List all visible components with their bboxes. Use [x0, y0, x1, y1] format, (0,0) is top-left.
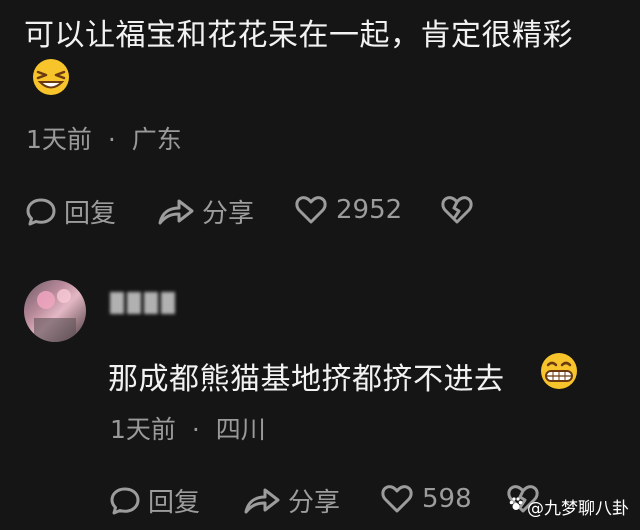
comment-1-meta: 1天前 · 广东: [26, 120, 182, 156]
grinning-squint-emoji-icon: [30, 57, 72, 101]
grinning-teeth-emoji-icon: [538, 351, 580, 395]
watermark-text: @九梦聊八卦: [527, 499, 629, 519]
reply-label: 回复: [64, 199, 117, 229]
comment-2-text: 那成都熊猫基地挤都挤不进去: [108, 362, 505, 397]
meta-separator: ·: [191, 415, 200, 444]
comment-bubble-icon: [108, 484, 142, 518]
comment-1-reply-button[interactable]: 回复: [24, 193, 116, 230]
comment-2-like-button[interactable]: 598: [380, 482, 472, 516]
broken-heart-icon: [440, 193, 474, 227]
comment-1-time: 1天前: [26, 125, 92, 154]
reply-label: 回复: [148, 488, 201, 518]
comment-2-time: 1天前: [110, 415, 176, 444]
comment-1-text: 可以让福宝和花花呆在一起，肯定很精彩: [24, 18, 573, 53]
comment-1-share-button[interactable]: 分享: [156, 193, 254, 230]
like-count: 598: [422, 484, 472, 514]
comment-1-like-button[interactable]: 2952: [294, 193, 402, 227]
comment-bubble-icon: [24, 195, 58, 229]
comment-2-reply-button[interactable]: 回复: [108, 482, 200, 519]
avatar[interactable]: [24, 280, 86, 342]
heart-icon: [380, 482, 414, 516]
comment-1-location: 广东: [131, 125, 182, 154]
paw-icon: [508, 496, 524, 517]
like-count: 2952: [336, 195, 403, 225]
meta-separator: ·: [107, 125, 116, 154]
share-label: 分享: [202, 199, 255, 229]
comment-2-meta: 1天前 · 四川: [110, 410, 266, 446]
heart-icon: [294, 193, 328, 227]
watermark: @九梦聊八卦: [508, 494, 629, 519]
comment-2-location: 四川: [215, 415, 266, 444]
username-blurred[interactable]: [110, 292, 175, 314]
share-arrow-icon: [242, 484, 282, 518]
comment-1-dislike-button[interactable]: [440, 193, 474, 227]
comment-2-share-button[interactable]: 分享: [242, 482, 340, 519]
share-arrow-icon: [156, 195, 196, 229]
share-label: 分享: [288, 488, 341, 518]
